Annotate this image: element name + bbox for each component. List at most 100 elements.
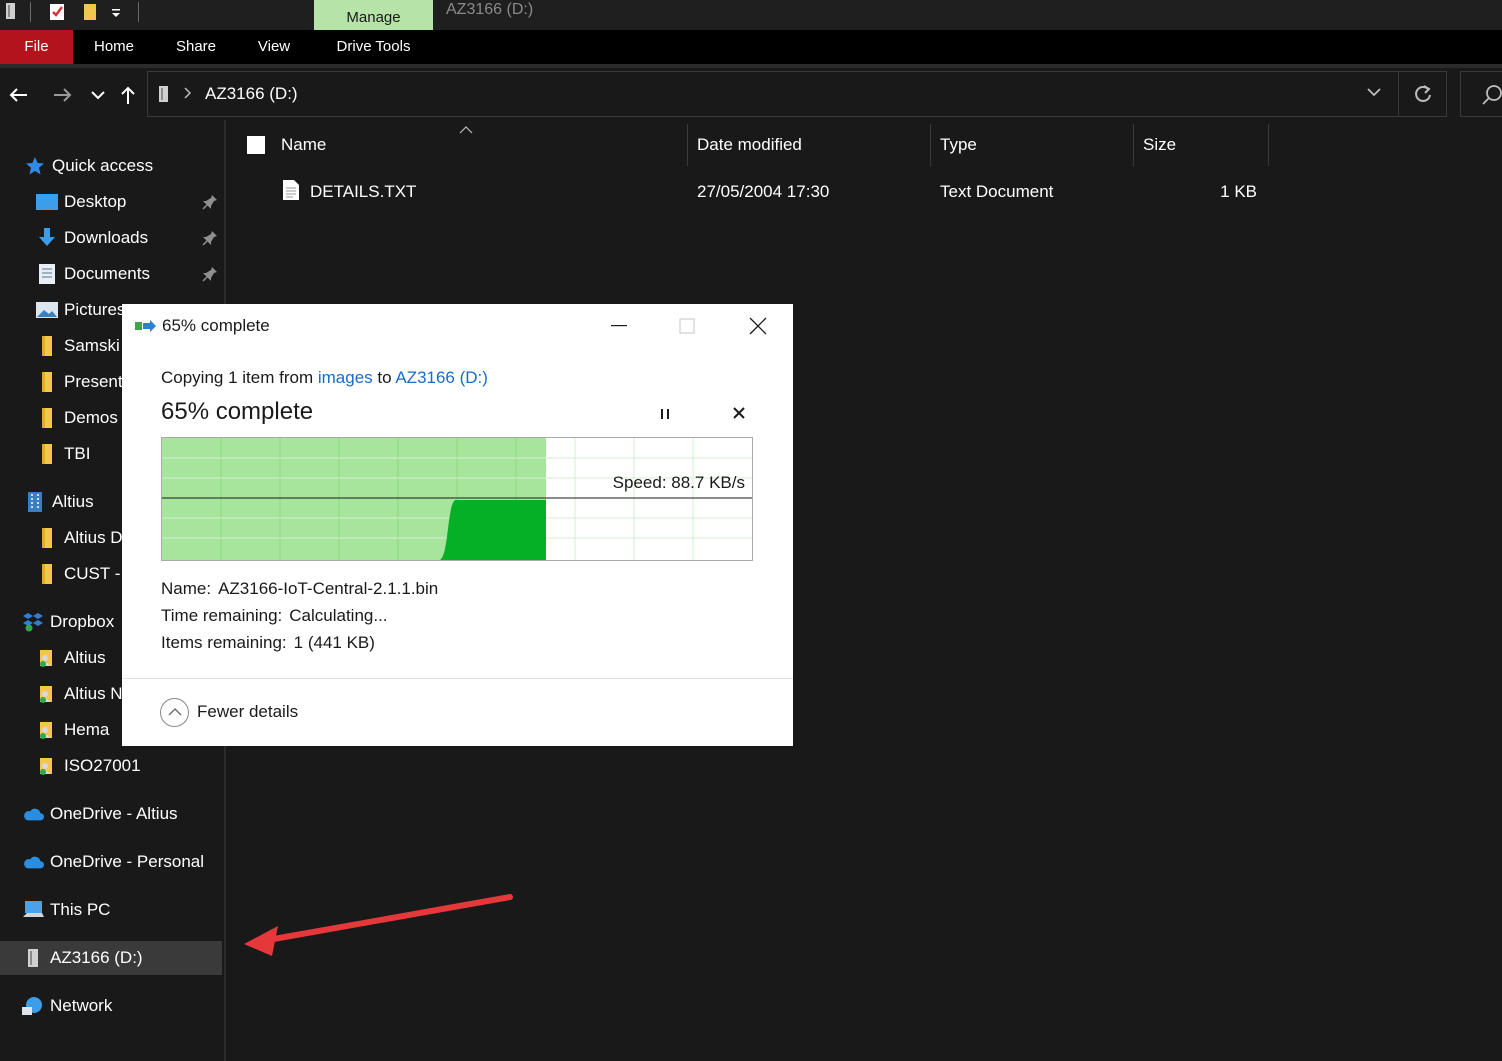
tab-drive-tools[interactable]: Drive Tools xyxy=(314,30,433,64)
search-input[interactable] xyxy=(1460,71,1502,117)
close-button[interactable] xyxy=(743,312,773,340)
transfer-speed-graph: Speed: 88.7 KB/s xyxy=(161,437,753,561)
forward-button[interactable] xyxy=(50,82,76,108)
sidebar-item-documents[interactable]: Documents xyxy=(0,257,222,291)
up-button[interactable] xyxy=(115,82,141,108)
folder-icon xyxy=(36,372,58,392)
sidebar-item-az3166-d[interactable]: AZ3166 (D:) xyxy=(0,941,222,975)
sidebar-item-onedrive-altius[interactable]: OneDrive - Altius xyxy=(0,797,222,831)
folder-icon xyxy=(36,408,58,428)
cancel-copy-button[interactable] xyxy=(731,405,747,426)
tab-view[interactable]: View xyxy=(244,30,304,64)
column-header-date-modified[interactable]: Date modified xyxy=(697,124,802,166)
computer-icon xyxy=(22,900,44,920)
fewer-details-label: Fewer details xyxy=(197,702,299,721)
sidebar-item-label: CUST - xyxy=(64,564,121,583)
sidebar-item-label: OneDrive - Personal xyxy=(50,852,205,871)
breadcrumb-chevron-icon[interactable] xyxy=(184,86,192,105)
detail-time-remaining: Time remaining: Calculating... xyxy=(161,606,388,626)
sidebar-item-label: Present xyxy=(64,372,123,391)
column-header-name[interactable]: Name xyxy=(281,124,326,166)
copy-summary-connector: to xyxy=(372,368,396,387)
recent-locations-chevron-down-icon[interactable] xyxy=(85,82,111,108)
tab-manage[interactable]: Manage xyxy=(314,0,433,30)
sidebar-item-label: ISO27001 xyxy=(64,756,141,775)
new-folder-icon[interactable] xyxy=(82,2,100,22)
select-all-checkbox[interactable] xyxy=(247,136,265,154)
sidebar-item-network[interactable]: Network xyxy=(0,989,222,1023)
dialog-divider xyxy=(122,678,793,679)
customize-toolbar-icon[interactable] xyxy=(110,2,128,22)
pin-icon[interactable] xyxy=(202,194,218,210)
download-arrow-icon xyxy=(36,228,58,248)
sidebar-item-label: Samski xyxy=(64,336,120,355)
back-button[interactable] xyxy=(5,82,31,108)
pictures-icon xyxy=(36,300,58,320)
refresh-button[interactable] xyxy=(1398,72,1446,116)
tab-home[interactable]: Home xyxy=(80,30,148,64)
speed-label: Speed: 88.7 KB/s xyxy=(612,473,745,492)
sidebar-item-label: Demos xyxy=(64,408,118,427)
address-history-chevron-down-icon[interactable] xyxy=(1366,84,1386,104)
address-bar[interactable]: AZ3166 (D:) xyxy=(147,71,1447,117)
sidebar-item-label: Desktop xyxy=(64,192,127,211)
shared-folder-icon xyxy=(36,756,58,776)
text-file-icon xyxy=(282,179,300,206)
column-divider[interactable] xyxy=(1268,124,1269,166)
column-divider[interactable] xyxy=(1133,124,1134,166)
drive-icon xyxy=(22,948,44,968)
sidebar-item-label: Quick access xyxy=(52,156,154,175)
drive-icon[interactable] xyxy=(4,2,22,22)
sidebar-item-this-pc[interactable]: This PC xyxy=(0,893,222,927)
file-name[interactable]: DETAILS.TXT xyxy=(310,177,416,207)
copy-progress-dialog: 65% complete Copying 1 item from images … xyxy=(122,304,793,746)
sidebar-item-quick-access[interactable]: Quick access xyxy=(0,149,222,183)
speed-graph-svg xyxy=(162,438,752,560)
sidebar-item-iso27001[interactable]: ISO27001 xyxy=(0,749,222,783)
breadcrumb[interactable]: AZ3166 (D:) xyxy=(205,72,298,116)
sidebar-item-label: Hema xyxy=(64,720,110,739)
sidebar-item-label: This PC xyxy=(50,900,111,919)
pin-icon[interactable] xyxy=(202,266,218,282)
speed-curve xyxy=(439,500,546,560)
source-link[interactable]: images xyxy=(318,368,373,387)
shared-folder-icon xyxy=(36,720,58,740)
column-header-type[interactable]: Type xyxy=(940,124,977,166)
maximize-button[interactable] xyxy=(672,312,702,340)
cloud-icon xyxy=(22,852,44,872)
sidebar-item-downloads[interactable]: Downloads xyxy=(0,221,222,255)
sidebar-item-label: OneDrive - Altius xyxy=(50,804,178,823)
minimize-button[interactable] xyxy=(604,312,634,340)
column-divider[interactable] xyxy=(687,124,688,166)
fewer-details-button[interactable]: Fewer details xyxy=(160,697,298,727)
properties-icon[interactable] xyxy=(48,2,66,22)
dialog-title-bar[interactable]: 65% complete xyxy=(122,304,793,348)
tab-share[interactable]: Share xyxy=(162,30,230,64)
destination-link[interactable]: AZ3166 (D:) xyxy=(395,368,488,387)
sidebar-item-label: Dropbox xyxy=(50,612,115,631)
pin-icon[interactable] xyxy=(202,230,218,246)
title-bar: Manage AZ3166 (D:) xyxy=(0,0,1502,30)
column-divider[interactable] xyxy=(930,124,931,166)
copy-summary: Copying 1 item from images to AZ3166 (D:… xyxy=(161,368,488,388)
pause-button[interactable] xyxy=(658,405,672,426)
annotation-arrow-icon xyxy=(244,894,513,956)
sidebar-item-desktop[interactable]: Desktop xyxy=(0,185,222,219)
detail-name: Name: AZ3166-IoT-Central-2.1.1.bin xyxy=(161,579,438,599)
sidebar-item-onedrive-personal[interactable]: OneDrive - Personal xyxy=(0,845,222,879)
copy-summary-prefix: Copying 1 item from xyxy=(161,368,318,387)
detail-name-value: AZ3166-IoT-Central-2.1.1.bin xyxy=(218,579,439,598)
desktop-icon xyxy=(36,192,58,212)
cloud-icon xyxy=(22,804,44,824)
document-icon xyxy=(36,264,58,284)
search-icon xyxy=(1481,84,1502,111)
folder-icon xyxy=(36,336,58,356)
chevron-up-icon xyxy=(160,697,189,727)
sidebar-item-label: Altius N xyxy=(64,684,123,703)
sidebar-item-label: Altius D xyxy=(64,528,123,547)
star-icon xyxy=(24,156,46,176)
building-icon xyxy=(24,492,46,512)
detail-items-label: Items remaining: xyxy=(161,633,287,652)
column-header-size[interactable]: Size xyxy=(1143,124,1176,166)
tab-file[interactable]: File xyxy=(0,30,73,64)
